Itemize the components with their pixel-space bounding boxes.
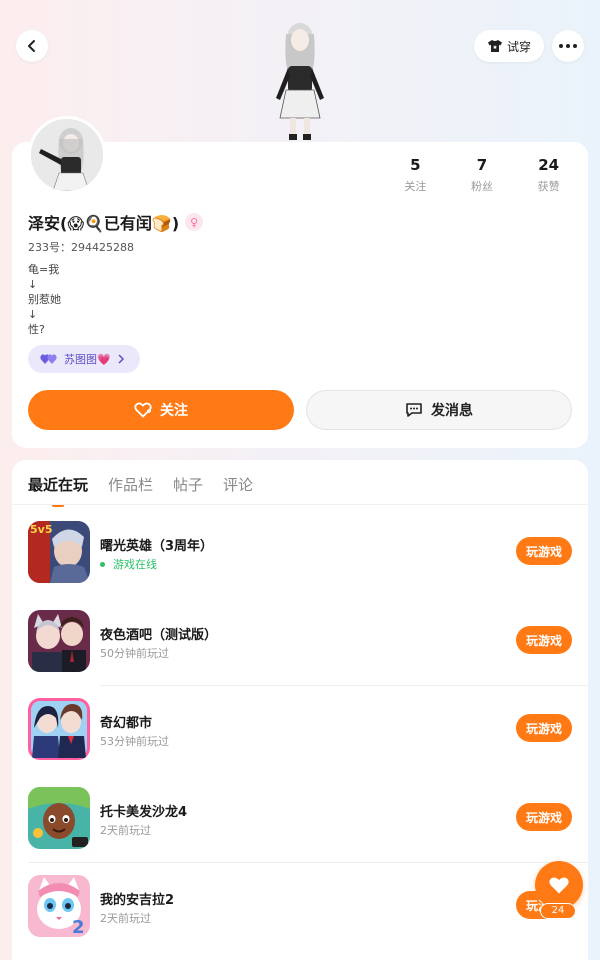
more-dot-icon xyxy=(566,44,570,48)
bio: 龟=我 ↓ 别惹她 ↓ 性? xyxy=(28,262,61,337)
game-status: 2天前玩过 xyxy=(100,824,151,837)
tab-bar: 最近在玩 作品栏 帖子 评论 xyxy=(28,474,253,507)
more-dot-icon xyxy=(559,44,563,48)
user-id: 233号：294425288 xyxy=(28,241,134,254)
play-game-button[interactable]: 玩游戏 xyxy=(516,714,572,742)
tshirt-icon xyxy=(487,40,502,52)
game-icon-badge: 2 xyxy=(72,917,85,937)
tab-recently-played[interactable]: 最近在玩 xyxy=(28,474,88,507)
game-item[interactable]: 2 我的安吉拉2 2天前玩过 玩游戏 xyxy=(28,859,572,947)
chevron-right-icon xyxy=(118,354,124,364)
game-item[interactable]: 奇幻都市 53分钟前玩过 玩游戏 xyxy=(28,682,572,770)
stat-label: 获赞 xyxy=(537,180,560,193)
chat-bubble-icon xyxy=(406,403,422,417)
game-title: 我的安吉拉2 xyxy=(100,893,175,908)
relationship-tag[interactable]: 苏图图💗 xyxy=(28,345,140,373)
game-icon-toca-hair-salon xyxy=(28,787,90,849)
game-item[interactable]: 5v5 曙光英雄（3周年） 游戏在线 玩游戏 xyxy=(28,505,572,593)
username: 泽安(😱🍳已有闰🍞) xyxy=(28,214,180,233)
avatar-image xyxy=(31,119,103,191)
bio-line: 性? xyxy=(28,323,45,336)
follow-label: 关注 xyxy=(160,403,188,419)
play-game-button[interactable]: 玩游戏 xyxy=(516,537,572,565)
game-icon-badge: 5v5 xyxy=(30,523,52,536)
play-game-button[interactable]: 玩游戏 xyxy=(516,626,572,654)
like-count-badge: 24 xyxy=(540,903,576,919)
game-title: 托卡美发沙龙4 xyxy=(100,805,188,820)
content-card: 最近在玩 作品栏 帖子 评论 5v5 曙光英雄（3周年） 游戏在线 玩游戏 夜色… xyxy=(12,460,588,960)
heart-icon xyxy=(549,877,569,894)
female-gender-icon: ♀ xyxy=(185,213,204,231)
follow-button[interactable]: 关注 xyxy=(28,390,294,430)
send-message-label: 发消息 xyxy=(431,403,473,419)
play-game-button[interactable]: 玩游戏 xyxy=(516,803,572,831)
name-row: 泽安(😱🍳已有闰🍞) ♀ xyxy=(28,210,204,234)
bio-line: 别惹她 xyxy=(28,293,61,306)
back-button[interactable] xyxy=(16,30,48,62)
tab-posts[interactable]: 帖子 xyxy=(173,474,203,495)
game-status: 50分钟前玩过 xyxy=(100,647,169,660)
like-button[interactable] xyxy=(535,861,583,909)
avatar[interactable] xyxy=(28,116,106,194)
game-icon-dawn-heroes: 5v5 xyxy=(28,521,90,583)
heart-plus-icon xyxy=(134,402,152,418)
stat-value: 24 xyxy=(538,156,560,174)
game-icon-night-bar xyxy=(28,610,90,672)
double-heart-icon xyxy=(40,354,57,364)
game-status: 2天前玩过 xyxy=(100,912,151,925)
stat-following[interactable]: 5 关注 xyxy=(382,156,449,194)
avatar-character-image[interactable] xyxy=(262,20,338,144)
stat-likes[interactable]: 24 获赞 xyxy=(515,156,582,194)
game-title: 奇幻都市 xyxy=(100,716,153,731)
game-item[interactable]: 夜色酒吧（测试版） 50分钟前玩过 玩游戏 xyxy=(28,594,572,682)
tag-label: 苏图图💗 xyxy=(64,353,111,366)
stat-label: 粉丝 xyxy=(471,180,493,193)
bio-line: ↓ xyxy=(28,278,38,291)
bio-line: ↓ xyxy=(28,308,38,321)
game-title: 夜色酒吧（测试版） xyxy=(100,628,218,643)
chevron-left-icon xyxy=(28,40,35,52)
tab-comments[interactable]: 评论 xyxy=(223,474,253,495)
game-status: 游戏在线 xyxy=(100,556,157,572)
stat-followers[interactable]: 7 粉丝 xyxy=(449,156,516,194)
game-title: 曙光英雄（3周年） xyxy=(100,539,214,554)
send-message-button[interactable]: 发消息 xyxy=(306,390,572,430)
try-on-button[interactable]: 试穿 xyxy=(474,30,544,62)
game-icon-my-talking-angela-2: 2 xyxy=(28,875,90,937)
profile-stats: 5 关注 7 粉丝 24 获赞 xyxy=(382,156,582,194)
stat-value: 7 xyxy=(476,156,488,174)
more-dot-icon xyxy=(573,44,577,48)
game-status: 53分钟前玩过 xyxy=(100,735,169,748)
bio-line: 龟=我 xyxy=(28,263,60,276)
profile-card: 5 关注 7 粉丝 24 获赞 泽安(😱🍳已有闰🍞) ♀ 233号：294425… xyxy=(12,116,588,448)
tab-works[interactable]: 作品栏 xyxy=(108,474,153,495)
game-item[interactable]: 托卡美发沙龙4 2天前玩过 玩游戏 xyxy=(28,771,572,859)
try-on-label: 试穿 xyxy=(506,39,531,54)
more-options-button[interactable] xyxy=(552,30,584,62)
game-icon-fantasy-city xyxy=(28,698,90,760)
stat-label: 关注 xyxy=(404,180,427,193)
stat-value: 5 xyxy=(410,156,421,174)
